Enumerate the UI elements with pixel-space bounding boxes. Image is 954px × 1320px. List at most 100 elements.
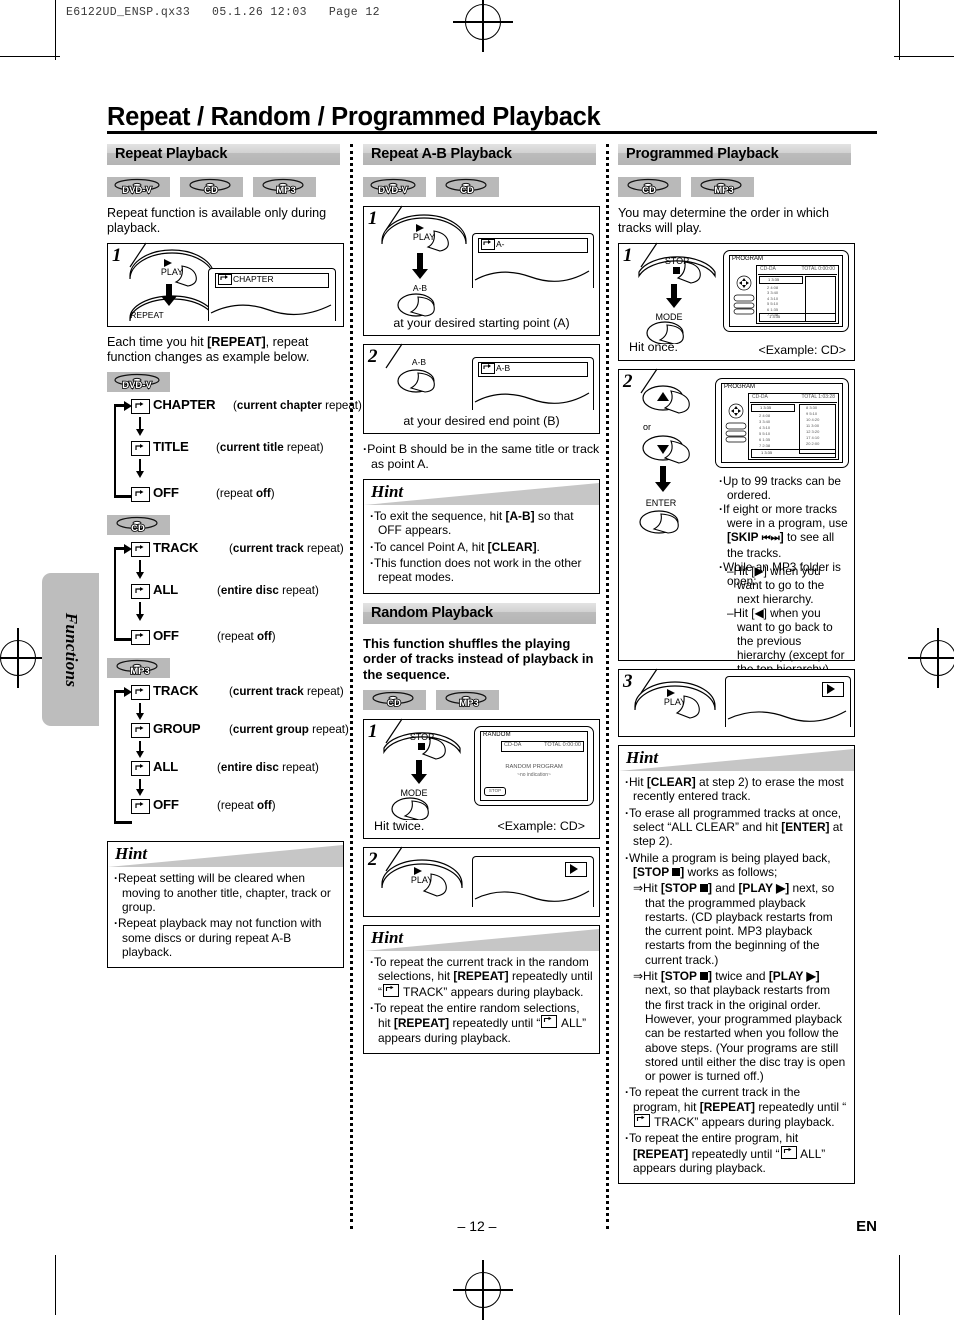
osd-ab-panel: A-B	[472, 357, 594, 410]
disc-badges-programmed: CD MP3	[618, 177, 855, 197]
svg-text:CD: CD	[460, 185, 474, 196]
section-header-repeat-playback: Repeat Playback	[107, 144, 344, 168]
section-header-programmed: Programmed Playback	[618, 144, 855, 168]
flow-label: TRACK	[153, 540, 199, 556]
hint-body: To repeat the current track in the rando…	[364, 951, 599, 1053]
osd-mode-label: PROGRAM	[732, 256, 764, 263]
section-header-repeat-ab: Repeat A-B Playback	[363, 144, 600, 168]
repeat-flow-mp3: TRACK (current track repeat) GROUP (curr…	[107, 683, 349, 831]
osd-random-line2: ~no indication~	[517, 772, 551, 779]
repeat-icon	[131, 542, 150, 558]
osd-chapter-panel: CHAPTER	[208, 268, 336, 322]
disc-badges-random: CD MP3	[363, 690, 600, 711]
flow-desc: (current chapter repeat)	[233, 399, 362, 413]
repeat-icon	[780, 1145, 797, 1159]
osd-play-icon	[565, 862, 587, 878]
hint-header: Hint	[619, 746, 854, 772]
section-title: Repeat A-B Playback	[371, 146, 512, 162]
file-header: E6122UD_ENSP.qx33 05.1.26 12:03 Page 12	[66, 6, 380, 19]
repeat-intro-text: Repeat function is available only during…	[107, 206, 327, 235]
repeat-flow-cd: TRACK (current track repeat) ALL (entire…	[107, 540, 344, 648]
svg-text:DVD-V: DVD-V	[122, 185, 152, 196]
repeat-icon	[131, 487, 150, 503]
osd-total-time: TOTAL 1:03:28	[801, 394, 835, 401]
figure-ab-step2: 2 A-B A-B at your desired end point (B)	[363, 343, 600, 434]
repeat-icon	[131, 685, 150, 701]
step-number: 1	[112, 245, 122, 267]
svg-text:MP3: MP3	[459, 698, 479, 709]
osd-program-screen: PROGRAM CD-DA TOTAL 0:00:00 1 3:35 2 4:0…	[723, 250, 849, 333]
flow-label: OFF	[153, 485, 179, 501]
flow-desc: (current track repeat)	[229, 542, 344, 556]
hint-subitem: ⇒Hit [STOP ] and [PLAY ▶] next, so that …	[633, 881, 835, 967]
repeat-flow-dvdv: CHAPTER (current chapter repeat) TITLE (…	[107, 397, 362, 505]
hint-body: Hit [CLEAR] at step 2) to erase the most…	[619, 771, 854, 1183]
osd-disc-type: CD-DA	[760, 266, 776, 273]
hint-item: Repeat setting will be cleared when movi…	[114, 871, 337, 914]
repeat-icon	[541, 1015, 558, 1029]
osd-ab-label: A-	[496, 239, 505, 249]
hint-header: Hint	[364, 926, 599, 952]
language-mark: EN	[856, 1218, 877, 1235]
hint-item: Hit [CLEAR] at step 2) to erase the most…	[625, 775, 848, 804]
flow-label: ALL	[153, 759, 179, 775]
title-rule	[107, 131, 877, 134]
svg-text:A-B: A-B	[413, 283, 428, 293]
figure-caption: Hit twice.	[374, 819, 425, 834]
step-number: 3	[623, 671, 633, 693]
section-title: Repeat Playback	[115, 146, 228, 162]
remote-updown-enter-keys: or ENTER	[639, 385, 690, 534]
osd-dpad-icons	[733, 275, 755, 315]
flow-desc: (current track repeat)	[229, 685, 344, 699]
hint-item: To repeat the current track in the progr…	[625, 1085, 848, 1129]
hint-header: Hint	[364, 480, 599, 506]
crop-mark-tl-h	[0, 56, 60, 58]
hint-subitem: ⇒Hit [STOP ] twice and [PLAY ▶] next, so…	[633, 969, 846, 1084]
registration-mark-left	[0, 628, 48, 688]
repeat-icon	[382, 983, 399, 997]
hint-item: To repeat the current track in the rando…	[370, 955, 593, 999]
osd-disc-type: CD-DA	[504, 742, 522, 749]
figure-caption: at your desired starting point (A)	[393, 316, 570, 330]
column-divider-2	[606, 144, 612, 1229]
crop-mark-bl-v	[55, 1255, 57, 1315]
repeat-icon	[634, 1114, 650, 1128]
crop-mark-br-v	[899, 1255, 901, 1315]
osd-play-icon	[822, 682, 844, 698]
svg-text:MP3: MP3	[276, 185, 296, 196]
random-intro-text: This function shuffles the playing order…	[363, 635, 594, 682]
flow-desc: (entire disc repeat)	[217, 761, 319, 775]
figure-program-step3: 3 PLAY	[618, 668, 855, 738]
disc-badge-cd: CD	[618, 177, 681, 197]
osd-stop-badge: STOP	[484, 787, 506, 797]
flow-desc: (repeat off)	[216, 487, 275, 501]
disc-badge-mp3: MP3	[436, 690, 499, 711]
program-subnote: –Hit [◀] when you want to go back to the…	[727, 606, 845, 676]
repeat-icon	[131, 441, 150, 457]
osd-a-panel: A-	[472, 233, 594, 288]
svg-text:or: or	[643, 422, 651, 432]
osd-track-list-right: 8 3:30 9 5:10 10 4:20 11 3:00 12 3:20 17…	[799, 404, 836, 455]
hint-box-repeat: Hint Repeat setting will be cleared when…	[107, 841, 344, 969]
flow-label: OFF	[153, 628, 179, 644]
crop-mark-tr-h	[894, 56, 954, 58]
flow-desc: (entire disc repeat)	[217, 584, 319, 598]
svg-text:REPEAT: REPEAT	[130, 310, 163, 320]
disc-badge-cd: CD	[436, 177, 499, 197]
t2: [REPEAT]	[207, 335, 266, 350]
hint-box-random: Hint To repeat the current track in the …	[363, 925, 600, 1054]
svg-text:PLAY: PLAY	[161, 267, 183, 277]
step-number: 2	[368, 849, 378, 871]
program-note: If eight or more tracks were in a progra…	[719, 502, 848, 560]
repeat-icon	[131, 761, 150, 777]
hint-body: To exit the sequence, hit [A-B] so that …	[364, 505, 599, 592]
flow-badge-mp3: MP3	[107, 658, 170, 679]
repeat-icon	[131, 723, 150, 739]
figure-ab-step1: 1 PLAY A-B A- at your desired starting p…	[363, 205, 600, 336]
figure-caption: at your desired end point (B)	[403, 414, 560, 428]
figure-random-step1: 1 STOP MODE RANDOM CD-DA TOTAL 0:00:00 R…	[363, 718, 600, 840]
section-title: Random Playback	[371, 604, 493, 621]
figure-example-label: <Example: CD>	[497, 819, 585, 834]
flow-desc: (current group repeat)	[229, 723, 349, 737]
hint-item: To cancel Point A, hit [CLEAR].	[370, 540, 593, 554]
